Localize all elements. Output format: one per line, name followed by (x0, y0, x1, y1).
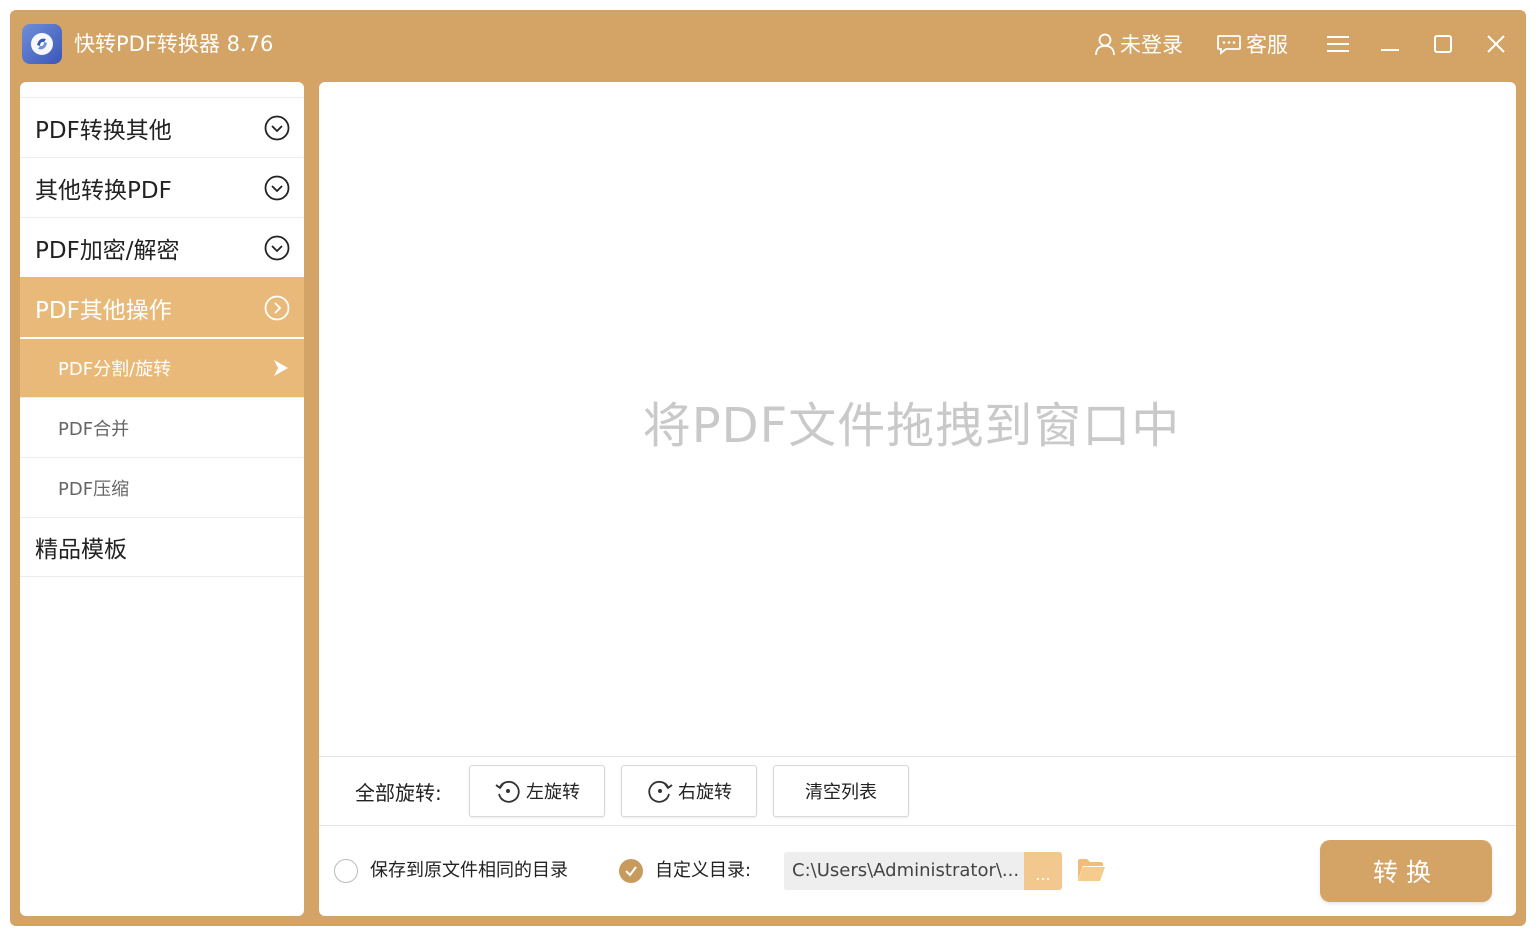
save-same-dir-label: 保存到原文件相同的目录 (370, 860, 568, 881)
app-title: 快转PDF转换器 8.76 (74, 32, 274, 56)
check-icon (625, 866, 637, 877)
customer-service-label: 客服 (1246, 33, 1288, 57)
sidebar-subitem-label: PDF压缩 (58, 478, 130, 500)
sidebar-subitem-label: PDF合并 (58, 418, 130, 440)
sidebar-subitem-split-rotate[interactable]: PDF分割/旋转 (20, 337, 304, 397)
file-drop-zone[interactable]: 将PDF文件拖拽到窗口中 (319, 82, 1516, 756)
minimize-button[interactable] (1374, 28, 1406, 60)
arrow-right-icon (274, 360, 288, 376)
close-icon (1487, 35, 1505, 53)
custom-dir-path-field[interactable]: C:\Users\Administrator\... (784, 852, 1024, 890)
browse-button[interactable]: ... (1024, 852, 1062, 890)
custom-dir-radio[interactable] (619, 859, 643, 883)
menu-icon (1327, 36, 1349, 52)
sidebar-subitem-compress[interactable]: PDF压缩 (20, 457, 304, 517)
customer-service-button[interactable]: 客服 (1216, 28, 1288, 60)
sidebar-item-label: PDF转换其他 (35, 117, 172, 144)
sidebar-item-encrypt-decrypt[interactable]: PDF加密/解密 (20, 217, 304, 277)
clear-list-button[interactable]: 清空列表 (773, 765, 909, 817)
sidebar-subitem-label: PDF分割/旋转 (58, 359, 172, 380)
app-logo-icon (22, 24, 62, 64)
sidebar-item-label: 其他转换PDF (35, 177, 172, 204)
user-icon (1095, 33, 1115, 56)
maximize-button[interactable] (1427, 28, 1459, 60)
sidebar-item-pdf-other-ops[interactable]: PDF其他操作 (20, 277, 304, 337)
sidebar-item-label: PDF其他操作 (35, 297, 172, 324)
chevron-down-circle-icon (264, 235, 290, 260)
drop-hint: 将PDF文件拖拽到窗口中 (642, 398, 1181, 454)
custom-dir-label: 自定义目录: (655, 860, 752, 881)
sidebar-item-label: PDF加密/解密 (35, 237, 180, 264)
login-label: 未登录 (1120, 33, 1183, 57)
rotate-left-icon (495, 780, 520, 803)
open-folder-button[interactable] (1076, 856, 1106, 884)
rotate-all-label: 全部旋转: (355, 781, 442, 805)
rotate-left-button[interactable]: 左旋转 (469, 765, 605, 817)
minimize-icon (1381, 49, 1399, 51)
rotate-right-label: 右旋转 (678, 782, 732, 803)
chat-icon (1217, 35, 1241, 55)
sidebar-menu: PDF转换其他 其他转换PDF PDF加密/解密 PDF其他操作 PDF分割/旋… (20, 97, 304, 577)
sidebar-item-templates[interactable]: 精品模板 (20, 517, 304, 577)
login-button[interactable]: 未登录 (1094, 28, 1183, 60)
title-bar: 快转PDF转换器 8.76 未登录 客服 (10, 10, 1526, 82)
chevron-right-circle-icon (264, 295, 290, 320)
chevron-down-circle-icon (264, 175, 290, 200)
sidebar-subitem-merge[interactable]: PDF合并 (20, 397, 304, 457)
app-window: 快转PDF转换器 8.76 未登录 客服 PDF转换其他 其他转换PDF PDF… (10, 10, 1526, 926)
convert-button[interactable]: 转换 (1320, 840, 1492, 902)
close-button[interactable] (1480, 28, 1512, 60)
output-options-bar: 保存到原文件相同的目录 自定义目录: C:\Users\Administrato… (319, 826, 1516, 916)
main-panel: 将PDF文件拖拽到窗口中 全部旋转: 左旋转 右旋转 清空列表 保存到原文件相同… (319, 82, 1516, 916)
clear-list-label: 清空列表 (805, 782, 877, 803)
rotate-left-label: 左旋转 (526, 782, 580, 803)
rotate-right-button[interactable]: 右旋转 (621, 765, 757, 817)
sidebar: PDF转换其他 其他转换PDF PDF加密/解密 PDF其他操作 PDF分割/旋… (20, 82, 304, 916)
sidebar-item-other-to-pdf[interactable]: 其他转换PDF (20, 157, 304, 217)
menu-button[interactable] (1322, 28, 1354, 60)
maximize-icon (1434, 35, 1452, 53)
chevron-down-circle-icon (264, 115, 290, 140)
rotate-right-icon (648, 780, 673, 803)
sidebar-item-label: 精品模板 (35, 537, 127, 563)
folder-icon (1078, 859, 1105, 881)
sidebar-item-pdf-to-other[interactable]: PDF转换其他 (20, 97, 304, 157)
save-same-dir-radio[interactable] (334, 859, 358, 883)
rotate-toolbar: 全部旋转: 左旋转 右旋转 清空列表 (319, 756, 1516, 826)
